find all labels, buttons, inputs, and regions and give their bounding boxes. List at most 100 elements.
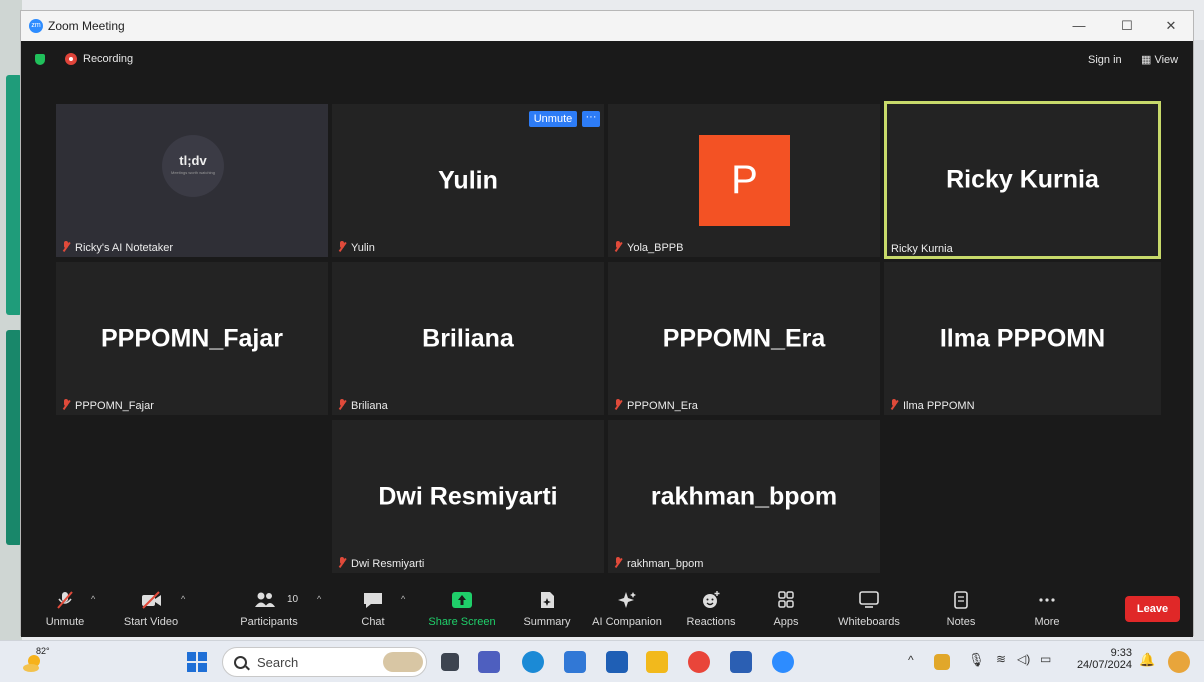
participant-name: Yulin — [338, 241, 375, 254]
chat-caret-icon[interactable]: ^ — [401, 594, 405, 604]
participant-display-name: PPPOMN_Era — [662, 324, 826, 352]
participant-name: PPPOMN_Era — [614, 399, 698, 412]
participant-name: Ilma PPPOMN — [890, 399, 975, 412]
whiteboards-button[interactable]: Whiteboards — [838, 576, 900, 637]
video-tile-rakhman[interactable]: rakhman_bpom rakhman_bpom — [608, 420, 880, 573]
participant-avatar: P — [699, 135, 790, 226]
edge-browser-icon[interactable] — [522, 651, 544, 673]
apps-button[interactable]: Apps — [767, 576, 805, 637]
mic-muted-icon — [338, 557, 346, 568]
teams-icon[interactable] — [478, 651, 500, 673]
microphone-icon[interactable]: 🎙 — [968, 652, 985, 668]
tray-app-icon[interactable] — [934, 654, 950, 670]
ai-companion-button[interactable]: AI Companion — [592, 576, 662, 637]
meeting-top-bar: Recording Sign in ▦ View — [21, 41, 1193, 71]
battery-icon[interactable]: ▭ — [1040, 652, 1051, 666]
video-options-caret-icon[interactable]: ^ — [181, 594, 185, 604]
video-tile-fajar[interactable]: PPPOMN_Fajar PPPOMN_Fajar — [56, 262, 328, 415]
video-tile-dwi[interactable]: Dwi Resmiyarti Dwi Resmiyarti — [332, 420, 604, 573]
summary-icon — [541, 592, 554, 608]
maximize-button[interactable]: ☐ — [1113, 16, 1141, 36]
participant-display-name: Ilma PPPOMN — [939, 324, 1106, 352]
video-tile-era[interactable]: PPPOMN_Era PPPOMN_Era — [608, 262, 880, 415]
title-bar: zm Zoom Meeting — ☐ ✕ — [21, 11, 1193, 41]
search-icon — [234, 656, 247, 669]
mic-muted-icon — [62, 399, 70, 410]
zoom-meeting-window: zm Zoom Meeting — ☐ ✕ Recording Sign in … — [20, 10, 1194, 637]
audio-options-caret-icon[interactable]: ^ — [91, 594, 95, 604]
copilot-icon[interactable] — [1168, 651, 1190, 673]
zoom-taskbar-icon[interactable] — [772, 651, 794, 673]
mic-muted-icon — [614, 241, 622, 252]
participant-name: PPPOMN_Fajar — [62, 399, 154, 412]
tile-more-button[interactable]: ··· — [582, 111, 600, 127]
video-tile-yulin[interactable]: Unmute ··· Yulin Yulin — [332, 104, 604, 257]
word-icon[interactable] — [730, 651, 752, 673]
video-off-icon — [142, 591, 161, 609]
sign-in-link[interactable]: Sign in — [1088, 54, 1122, 66]
participant-name: Briliana — [338, 399, 388, 412]
chrome-icon[interactable] — [688, 651, 710, 673]
summary-button[interactable]: Summary — [523, 576, 571, 637]
participant-display-name: Ricky Kurnia — [946, 165, 1099, 194]
participant-name: rakhman_bpom — [614, 557, 703, 570]
participants-caret-icon[interactable]: ^ — [317, 594, 321, 604]
apps-icon — [778, 591, 794, 608]
more-button[interactable]: More — [1027, 576, 1067, 637]
minimize-button[interactable]: — — [1065, 16, 1093, 36]
file-explorer-icon[interactable] — [646, 651, 668, 673]
meeting-controls-toolbar: ^ Unmute ^ Start Video 10 ^ Participants… — [21, 576, 1193, 637]
microsoft-store-icon[interactable] — [564, 651, 586, 673]
grid-view-icon: ▦ — [1141, 54, 1152, 66]
mic-muted-icon — [338, 399, 346, 410]
mic-muted-icon — [57, 591, 73, 609]
participant-name: Dwi Resmiyarti — [338, 557, 424, 570]
ai-sparkle-icon — [618, 592, 636, 608]
windows-start-icon[interactable] — [186, 651, 208, 673]
unmute-button[interactable]: ^ Unmute — [43, 576, 95, 637]
video-tile-briliana[interactable]: Briliana Briliana — [332, 262, 604, 415]
close-button[interactable]: ✕ — [1157, 16, 1185, 36]
participants-count: 10 — [287, 594, 299, 605]
leave-button[interactable]: Leave — [1125, 596, 1180, 622]
task-view-icon[interactable] — [441, 653, 459, 671]
whiteboard-icon — [859, 591, 879, 608]
taskbar-search-box[interactable]: Search — [222, 647, 427, 677]
chevron-up-icon[interactable]: ^ — [908, 653, 914, 667]
participants-icon — [254, 592, 275, 607]
notification-bell-icon[interactable]: 🔔 — [1139, 652, 1155, 668]
participant-display-name: Yulin — [438, 166, 498, 194]
chat-button[interactable]: ^ Chat — [353, 576, 405, 637]
participant-name: Ricky Kurnia — [891, 243, 953, 255]
notes-icon — [954, 591, 968, 609]
video-tile-notetaker[interactable]: tl;dv Meetings worth watching Ricky's AI… — [56, 104, 328, 257]
mail-icon[interactable] — [606, 651, 628, 673]
wifi-icon[interactable]: ≋ — [996, 652, 1006, 666]
participant-name: Ricky's AI Notetaker — [62, 241, 173, 254]
mic-muted-icon — [614, 557, 622, 568]
start-video-button[interactable]: ^ Start Video — [124, 576, 185, 637]
view-button[interactable]: ▦ View — [1141, 53, 1178, 66]
video-tile-yola[interactable]: P Yola_BPPB — [608, 104, 880, 257]
encryption-shield-icon[interactable] — [35, 54, 45, 65]
participant-display-name: Dwi Resmiyarti — [378, 482, 558, 510]
mic-muted-icon — [614, 399, 622, 410]
taskbar-clock[interactable]: 9:33 24/07/2024 — [1072, 647, 1132, 671]
video-tile-ricky-active-speaker[interactable]: Ricky Kurnia Ricky Kurnia — [884, 101, 1161, 259]
volume-icon[interactable]: ◁) — [1017, 652, 1030, 666]
recording-label[interactable]: Recording — [83, 53, 133, 65]
ask-unmute-button[interactable]: Unmute — [529, 111, 577, 127]
mic-muted-icon — [338, 241, 346, 252]
participant-name: Yola_BPPB — [614, 241, 683, 254]
participant-display-name: Briliana — [422, 324, 514, 352]
notes-button[interactable]: Notes — [941, 576, 981, 637]
video-tile-ilma[interactable]: Ilma PPPOMN Ilma PPPOMN — [884, 262, 1161, 415]
weather-widget[interactable]: 82° — [22, 646, 50, 676]
reactions-button[interactable]: Reactions — [687, 576, 735, 637]
share-screen-button[interactable]: Share Screen — [428, 576, 496, 637]
recording-icon — [65, 53, 77, 65]
background-left-window — [0, 0, 22, 681]
participants-button[interactable]: 10 ^ Participants — [240, 576, 321, 637]
more-dots-icon — [1039, 598, 1055, 602]
search-highlight-image — [383, 652, 423, 672]
